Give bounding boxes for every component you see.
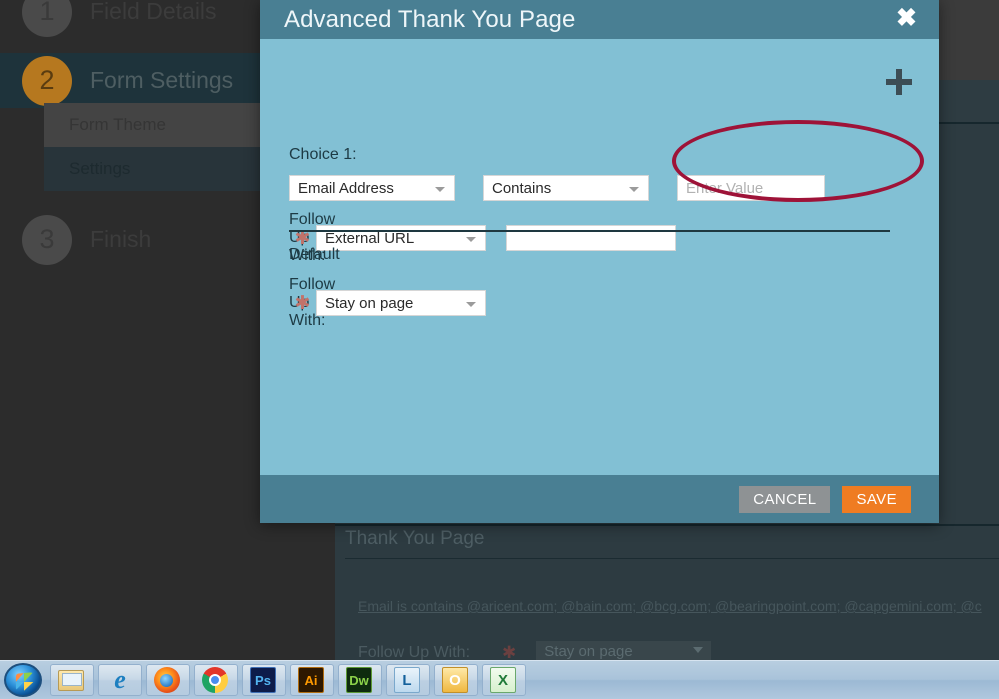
condition-field-select[interactable]: Email Address (289, 175, 455, 201)
default-heading: Default (289, 246, 890, 264)
background-section-title: Thank You Page (345, 528, 999, 558)
chevron-down-icon (466, 237, 476, 242)
taskbar-item-mozilla-firefox[interactable] (146, 664, 190, 696)
dialog-body: Choice 1: If Email Address Contains Foll… (260, 39, 939, 475)
internet-explorer-icon: e (106, 667, 134, 693)
condition-value-input[interactable] (677, 175, 825, 201)
background-follow-up-value: Stay on page (544, 643, 632, 660)
condition-operator-select[interactable]: Contains (483, 175, 649, 201)
taskbar-item-windows-explorer[interactable] (50, 664, 94, 696)
wizard-step-label: Field Details (90, 0, 217, 25)
illustrator-icon: Ai (298, 667, 324, 693)
dreamweaver-icon: Dw (346, 667, 372, 693)
background-thank-you-section: Thank You Page (345, 528, 999, 559)
windows-taskbar: e Ps Ai Dw L O X (0, 660, 999, 699)
taskbar-item-adobe-dreamweaver[interactable]: Dw (338, 664, 382, 696)
chevron-down-icon (693, 647, 703, 653)
step-number-badge: 1 (22, 0, 72, 37)
excel-icon: X (490, 667, 516, 693)
chevron-down-icon (629, 187, 639, 192)
background-rule-link[interactable]: Email is contains @aricent.com; @bain.co… (358, 598, 999, 614)
taskbar-item-microsoft-excel[interactable]: X (482, 664, 526, 696)
step-number-badge: 2 (22, 56, 72, 106)
section-divider (289, 230, 890, 232)
chevron-down-icon (435, 187, 445, 192)
default-follow-up-row: Follow Up With: ✱ Stay on page (289, 276, 890, 330)
taskbar-item-internet-explorer[interactable]: e (98, 664, 142, 696)
step-number-badge: 3 (22, 215, 72, 265)
advanced-thank-you-page-dialog: Advanced Thank You Page ✖ Choice 1: If E… (260, 0, 939, 523)
folder-icon (58, 670, 84, 691)
windows-start-icon[interactable] (4, 663, 42, 697)
required-asterisk-icon: ✱ (289, 292, 316, 315)
firefox-icon (154, 667, 180, 693)
cancel-button[interactable]: CANCEL (739, 486, 830, 513)
taskbar-item-microsoft-lync[interactable]: L (386, 664, 430, 696)
default-block: Default Follow Up With: ✱ Stay on page (289, 246, 890, 340)
choice-follow-up-value: External URL (325, 230, 414, 247)
add-choice-plus-icon[interactable] (886, 69, 912, 95)
dialog-footer: CANCEL SAVE (260, 475, 939, 523)
choice-heading: Choice 1: (289, 146, 890, 164)
default-follow-up-select[interactable]: Stay on page (316, 290, 486, 316)
taskbar-item-adobe-illustrator[interactable]: Ai (290, 664, 334, 696)
lync-icon: L (394, 667, 420, 693)
photoshop-icon: Ps (250, 667, 276, 693)
outlook-icon: O (442, 667, 468, 693)
chevron-down-icon (466, 302, 476, 307)
condition-operator-value: Contains (492, 180, 551, 197)
dialog-title: Advanced Thank You Page (284, 6, 575, 34)
condition-field-value: Email Address (298, 180, 394, 197)
taskbar-item-google-chrome[interactable] (194, 664, 238, 696)
sidebar-item-label: Form Theme (69, 115, 166, 135)
wizard-step-label: Finish (90, 226, 151, 253)
background-section-divider (345, 558, 999, 559)
save-button[interactable]: SAVE (842, 486, 911, 513)
choice-condition-row: If Email Address Contains (289, 175, 890, 201)
taskbar-item-microsoft-outlook[interactable]: O (434, 664, 478, 696)
close-icon[interactable]: ✖ (896, 3, 917, 33)
sidebar-item-label: Settings (69, 159, 130, 179)
taskbar-item-adobe-photoshop[interactable]: Ps (242, 664, 286, 696)
screen-root: 1 Field Details 2 Form Settings Form The… (0, 0, 999, 699)
wizard-step-label: Form Settings (90, 67, 233, 94)
dialog-header: Advanced Thank You Page ✖ (260, 0, 939, 39)
default-follow-up-value: Stay on page (325, 295, 413, 312)
chrome-icon (202, 667, 228, 693)
